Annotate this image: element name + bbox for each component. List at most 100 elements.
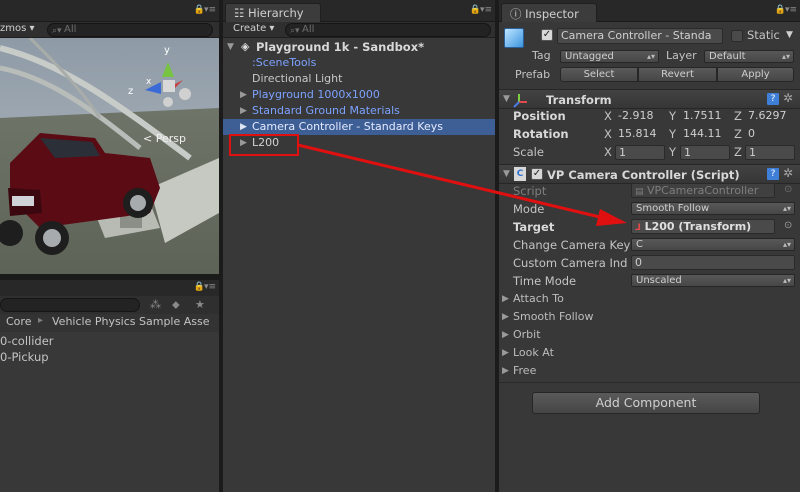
gear-icon[interactable]: ✲	[783, 166, 793, 180]
project-search-input[interactable]	[0, 298, 140, 312]
target-label: Target	[513, 220, 555, 234]
axis-y-label: Y	[669, 127, 677, 141]
foldout-label: Smooth Follow	[513, 310, 594, 323]
change-camera-key-dropdown[interactable]: C ▴▾	[631, 238, 795, 251]
scale-label: Scale	[513, 145, 544, 159]
expand-arrow-icon[interactable]: ▶	[502, 309, 509, 325]
foldout-smooth-follow[interactable]: ▶ Smooth Follow	[499, 309, 800, 325]
static-label: Static	[747, 28, 780, 42]
tag-dropdown[interactable]: Untagged ▴▾	[560, 50, 659, 63]
component-enabled-checkbox[interactable]: ✓	[531, 168, 543, 180]
help-icon[interactable]: ?	[767, 93, 779, 105]
layer-label: Layer	[666, 49, 697, 62]
gizmos-dropdown[interactable]: zmos ▾	[0, 23, 35, 34]
object-name-field[interactable]: Camera Controller - Standa	[557, 28, 723, 44]
script-component-title: VP Camera Controller (Script)	[547, 168, 740, 182]
add-component-button[interactable]: Add Component	[532, 392, 760, 414]
expand-arrow-icon[interactable]: ▶	[240, 87, 247, 103]
chevron-down-icon[interactable]: ▼	[786, 30, 793, 40]
scale-z-field[interactable]: 1	[745, 145, 795, 160]
expand-arrow-icon[interactable]: ▶	[240, 103, 247, 119]
hierarchy-item[interactable]: Directional Light	[223, 71, 495, 87]
unity-scene-icon: ◈	[241, 40, 250, 53]
project-breadcrumb: Core ▸ Vehicle Physics Sample Asse	[0, 314, 219, 332]
time-mode-dropdown[interactable]: Unscaled ▴▾	[631, 274, 795, 287]
axis-z-label: Z	[734, 145, 742, 159]
scene-search-input[interactable]: ⌕▾ All	[47, 23, 213, 37]
hierarchy-item-selected[interactable]: ▶ Camera Controller - Standard Keys	[223, 119, 495, 135]
hierarchy-item-label: :SceneTools	[252, 56, 317, 69]
expand-arrow-icon[interactable]: ▶	[502, 327, 509, 343]
csharp-script-icon: C	[514, 167, 526, 181]
script-reference-field[interactable]: ▤ VPCameraController	[631, 183, 775, 198]
filter-type-icon[interactable]: ⁂	[150, 298, 161, 311]
object-picker-icon[interactable]: ⊙	[784, 220, 792, 231]
expand-arrow-icon[interactable]: ▼	[503, 94, 510, 104]
project-panel: 🔒 ▾≡ ⁂ ⬥ ★ Core ▸ Vehicle Physics Sample…	[0, 280, 219, 492]
hierarchy-item[interactable]: ▶ Standard Ground Materials	[223, 103, 495, 119]
scale-y-field[interactable]: 1	[680, 145, 730, 160]
position-x-field[interactable]: -2.918	[615, 109, 665, 124]
prefab-apply-button[interactable]: Apply	[717, 67, 794, 82]
persp-label[interactable]: < Persp	[143, 132, 186, 145]
project-list-item[interactable]: 0-collider	[0, 334, 54, 348]
gear-icon[interactable]: ✲	[783, 91, 793, 105]
project-list-item[interactable]: 0-Pickup	[0, 350, 49, 364]
layer-dropdown[interactable]: Default ▴▾	[704, 50, 794, 63]
panel-menu-icon[interactable]: ▾≡	[204, 5, 216, 15]
foldout-look-at[interactable]: ▶ Look At	[499, 345, 800, 361]
tab-inspector[interactable]: ⓘ Inspector	[501, 3, 597, 22]
change-camera-key-label: Change Camera Key	[513, 238, 631, 252]
breadcrumb-item[interactable]: Core	[6, 315, 31, 328]
scene-tabbar: 🔒 ▾≡	[0, 0, 219, 22]
foldout-label: Orbit	[513, 328, 541, 341]
position-z-field[interactable]: 7.6297	[745, 109, 797, 124]
hierarchy-item[interactable]: ▶ Playground 1000x1000	[223, 87, 495, 103]
foldout-orbit[interactable]: ▶ Orbit	[499, 327, 800, 343]
mode-dropdown[interactable]: Smooth Follow ▴▾	[631, 202, 795, 215]
scene-row[interactable]: ▼ ◈ Playground 1k - Sandbox*	[223, 39, 495, 55]
hierarchy-panel: ☷ Hierarchy 🔒 ▾≡ Create ▾ ⌕▾ All ▼ ◈ Pla…	[223, 0, 495, 492]
project-header: 🔒 ▾≡	[0, 280, 219, 296]
foldout-attach-to[interactable]: ▶ Attach To	[499, 291, 800, 307]
axis-y-label: Y	[669, 145, 677, 159]
chevron-down-icon: ▴▾	[646, 52, 655, 61]
filter-label-icon[interactable]: ⬥	[172, 298, 180, 312]
expand-arrow-icon[interactable]: ▼	[227, 39, 234, 55]
rotation-z-field[interactable]: 0	[745, 127, 797, 142]
transform-header[interactable]: ▼ Transform ? ✲	[499, 89, 800, 109]
panel-menu-icon[interactable]: ▾≡	[785, 5, 797, 15]
active-checkbox[interactable]: ✓	[541, 29, 553, 41]
panel-menu-icon[interactable]: ▾≡	[480, 5, 492, 15]
inspector-divider	[499, 382, 800, 383]
scene-toolbar: zmos ▾ ⌕▾ All	[0, 22, 219, 38]
expand-arrow-icon[interactable]: ▶	[502, 363, 509, 379]
panel-menu-icon[interactable]: ▾≡	[204, 282, 216, 292]
tab-hierarchy[interactable]: ☷ Hierarchy	[225, 3, 321, 22]
foldout-free[interactable]: ▶ Free	[499, 363, 800, 379]
expand-arrow-icon[interactable]: ▶	[240, 119, 247, 135]
rotation-y-field[interactable]: 144.11	[680, 127, 730, 142]
static-checkbox[interactable]	[731, 30, 743, 42]
position-y-field[interactable]: 1.7511	[680, 109, 730, 124]
project-toolbar: ⁂ ⬥ ★	[0, 296, 219, 314]
expand-arrow-icon[interactable]: ▶	[502, 291, 509, 307]
rotation-x-field[interactable]: 15.814	[615, 127, 665, 142]
expand-arrow-icon[interactable]: ▶	[502, 345, 509, 361]
target-object-field[interactable]: ⅃ L200 (Transform)	[631, 219, 775, 234]
breadcrumb-item[interactable]: Vehicle Physics Sample Asse	[52, 315, 210, 328]
create-dropdown[interactable]: Create ▾	[233, 23, 274, 34]
favorite-star-icon[interactable]: ★	[195, 298, 205, 311]
help-icon[interactable]: ?	[767, 168, 779, 180]
search-icon: ⌕▾	[52, 26, 62, 36]
custom-camera-index-field[interactable]: 0	[631, 255, 795, 270]
scale-x-field[interactable]: 1	[615, 145, 665, 160]
hierarchy-search-input[interactable]: ⌕▾ All	[285, 23, 491, 37]
scene-view-panel: 🔒 ▾≡ zmos ▾ ⌕▾ All y z x < Persp	[0, 0, 219, 274]
expand-arrow-icon[interactable]: ▼	[503, 169, 510, 179]
time-mode-label: Time Mode	[513, 274, 577, 288]
script-component-header[interactable]: ▼ C ✓ VP Camera Controller (Script) ? ✲	[499, 164, 800, 184]
prefab-revert-button[interactable]: Revert	[638, 67, 717, 82]
hierarchy-item[interactable]: :SceneTools	[223, 55, 495, 71]
prefab-select-button[interactable]: Select	[560, 67, 638, 82]
